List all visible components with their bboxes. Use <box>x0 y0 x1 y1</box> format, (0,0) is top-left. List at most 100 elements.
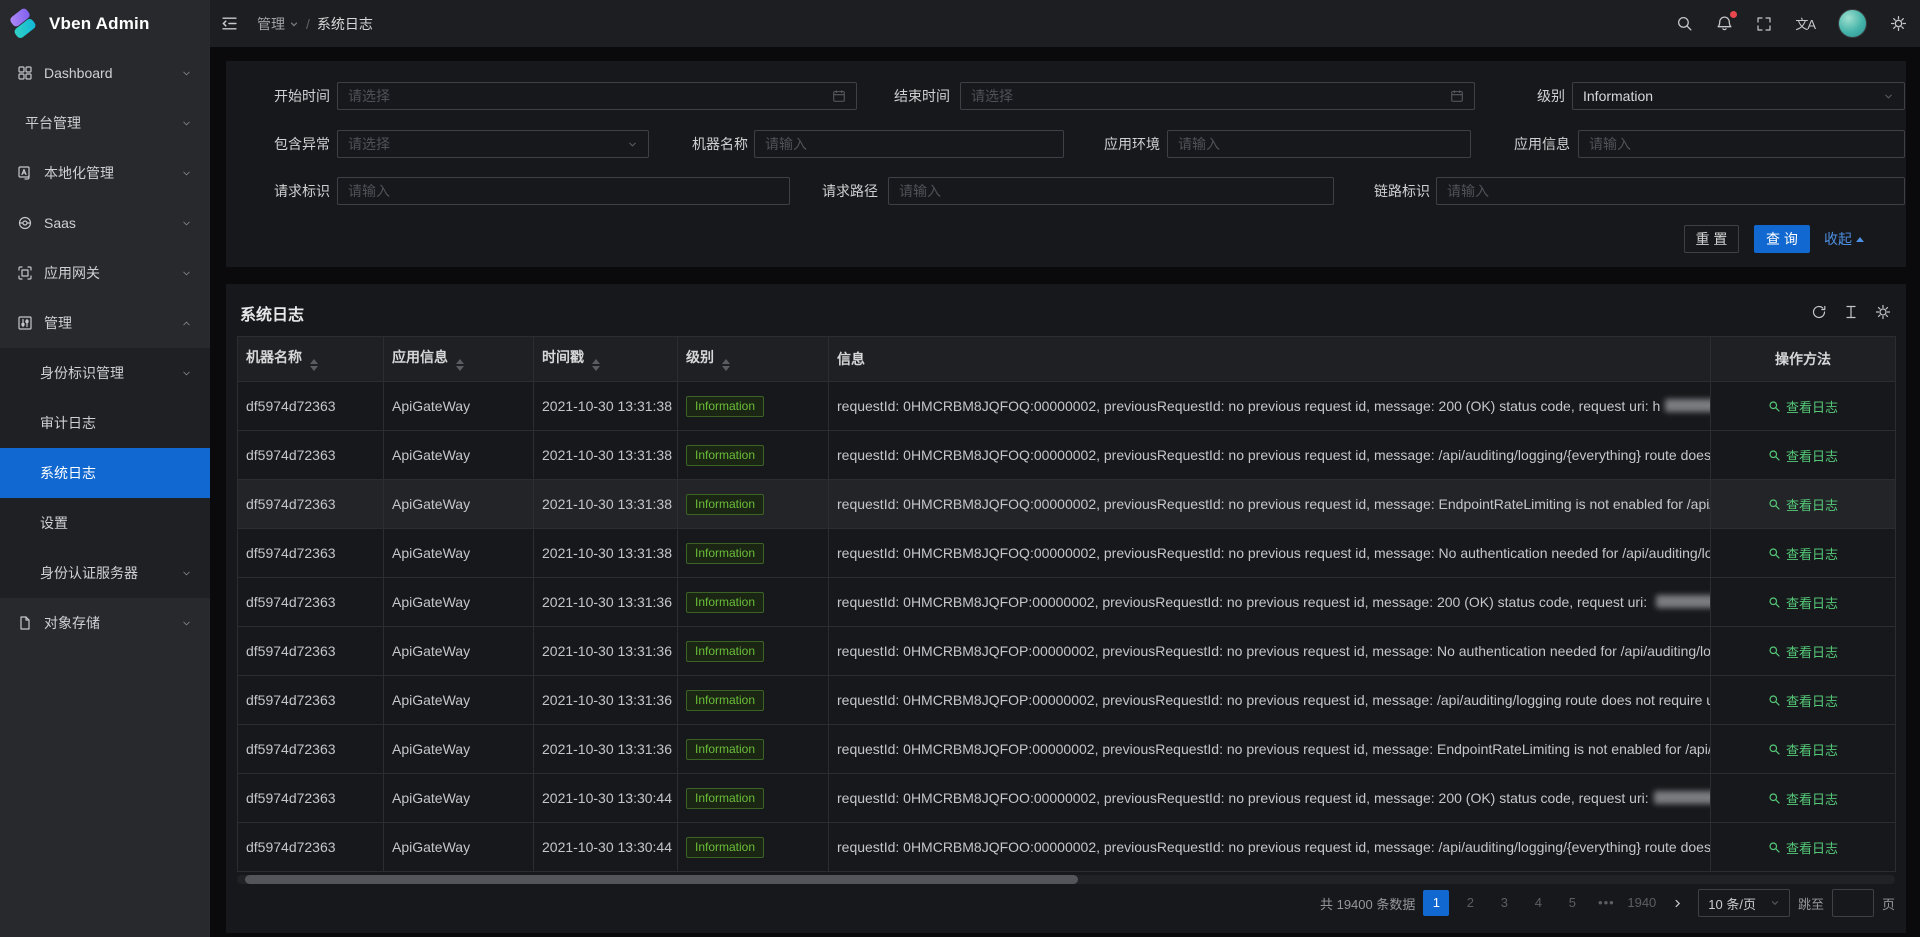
request-id-label: 请求标识 <box>226 177 330 205</box>
table-row: df5974d72363ApiGateWay2021-10-30 13:31:3… <box>238 431 1896 480</box>
sidebar-item-label: Dashboard <box>44 65 113 81</box>
sidebar-item-0[interactable]: Dashboard <box>0 48 210 98</box>
page-ellipsis: ••• <box>1593 890 1619 916</box>
column-header-1[interactable]: 应用信息 <box>384 337 534 382</box>
sort-icon[interactable] <box>592 359 600 371</box>
page-button-3[interactable]: 3 <box>1491 890 1517 916</box>
sidebar-item-8[interactable]: 系统日志 <box>0 448 210 498</box>
message-cell: requestId: 0HMCRBM8JQFOP:00000002, previ… <box>829 725 1711 774</box>
refresh-icon[interactable] <box>1811 304 1827 320</box>
sidebar-item-3[interactable]: Saas <box>0 198 210 248</box>
redacted-text <box>1665 399 1710 412</box>
calendar-icon <box>832 89 846 103</box>
machine-name-input[interactable] <box>754 130 1064 158</box>
search-button[interactable]: 查 询 <box>1754 225 1810 253</box>
view-log-link[interactable]: 查看日志 <box>1768 642 1838 661</box>
sidebar-item-10[interactable]: 身份认证服务器 <box>0 548 210 598</box>
sidebar-item-7[interactable]: 审计日志 <box>0 398 210 448</box>
app-info-cell: ApiGateWay <box>384 431 534 480</box>
app-info-cell: ApiGateWay <box>384 725 534 774</box>
translate-icon[interactable]: 文A <box>1795 14 1815 33</box>
column-header-2[interactable]: 时间戳 <box>534 337 678 382</box>
view-log-link[interactable]: 查看日志 <box>1768 789 1838 808</box>
table-row: df5974d72363ApiGateWay2021-10-30 13:31:3… <box>238 627 1896 676</box>
level-select[interactable]: Information <box>1572 82 1905 110</box>
machine-name-label: 机器名称 <box>644 130 748 158</box>
sidebar-item-9[interactable]: 设置 <box>0 498 210 548</box>
include-exception-select[interactable]: 请选择 <box>337 130 649 158</box>
sidebar: Vben Admin Dashboard平台管理本地化管理Saas应用网关管理身… <box>0 0 210 937</box>
jump-unit: 页 <box>1882 894 1895 913</box>
user-avatar[interactable] <box>1838 9 1867 38</box>
log-table: 机器名称应用信息时间戳级别信息操作方法 df5974d72363ApiGateW… <box>237 336 1896 872</box>
page-items: 12345 ••• 1940 <box>1423 890 1656 916</box>
app-title: Vben Admin <box>49 14 150 34</box>
chevron-down-icon <box>181 168 192 179</box>
action-cell: 查看日志 <box>1711 431 1896 480</box>
table-row: df5974d72363ApiGateWay2021-10-30 13:31:3… <box>238 676 1896 725</box>
sort-icon[interactable] <box>310 359 318 371</box>
view-log-link[interactable]: 查看日志 <box>1768 838 1838 857</box>
trace-id-input[interactable] <box>1436 177 1905 205</box>
view-log-link[interactable]: 查看日志 <box>1768 691 1838 710</box>
reset-button[interactable]: 重 置 <box>1684 225 1739 253</box>
sidebar-item-label: 对象存储 <box>44 613 100 633</box>
menu-fold-icon[interactable] <box>221 15 238 32</box>
sidebar-item-6[interactable]: 身份标识管理 <box>0 348 210 398</box>
fullscreen-icon[interactable] <box>1756 16 1772 32</box>
column-header-3[interactable]: 级别 <box>678 337 829 382</box>
page-button-4[interactable]: 4 <box>1525 890 1551 916</box>
page-button-5[interactable]: 5 <box>1559 890 1585 916</box>
breadcrumb-parent[interactable]: 管理 <box>257 14 299 34</box>
sidebar-item-11[interactable]: 对象存储 <box>0 598 210 648</box>
page-button-1940[interactable]: 1940 <box>1627 890 1656 916</box>
sidebar-item-4[interactable]: 应用网关 <box>0 248 210 298</box>
sidebar-item-1[interactable]: 平台管理 <box>0 98 210 148</box>
view-log-link[interactable]: 查看日志 <box>1768 397 1838 416</box>
sidebar-item-5[interactable]: 管理 <box>0 298 210 348</box>
search-icon[interactable] <box>1676 15 1693 32</box>
scrollbar-thumb[interactable] <box>245 875 1078 884</box>
end-time-picker[interactable]: 请选择 <box>960 82 1475 110</box>
panel-title: 系统日志 <box>240 301 304 325</box>
column-settings-icon[interactable] <box>1875 304 1891 320</box>
page-size-select[interactable]: 10 条/页 <box>1698 889 1790 917</box>
app-env-input[interactable] <box>1167 130 1471 158</box>
level-tag: Information <box>686 494 764 515</box>
view-log-link[interactable]: 查看日志 <box>1768 544 1838 563</box>
row-height-icon[interactable] <box>1843 304 1859 320</box>
app-logo[interactable]: Vben Admin <box>0 0 210 48</box>
column-header-0[interactable]: 机器名称 <box>238 337 384 382</box>
machine-name-cell: df5974d72363 <box>238 676 384 725</box>
notification-icon[interactable] <box>1716 15 1733 32</box>
chevron-right-icon <box>1672 898 1683 909</box>
sort-icon[interactable] <box>722 359 730 371</box>
jump-page-input[interactable] <box>1832 889 1874 917</box>
sort-icon[interactable] <box>456 359 464 371</box>
request-path-input[interactable] <box>888 177 1334 205</box>
view-log-link[interactable]: 查看日志 <box>1768 446 1838 465</box>
table-row: df5974d72363ApiGateWay2021-10-30 13:31:3… <box>238 725 1896 774</box>
view-log-link[interactable]: 查看日志 <box>1768 495 1838 514</box>
start-time-picker[interactable]: 请选择 <box>337 82 857 110</box>
sidebar-item-2[interactable]: 本地化管理 <box>0 148 210 198</box>
page-button-2[interactable]: 2 <box>1457 890 1483 916</box>
page-button-1[interactable]: 1 <box>1423 890 1449 916</box>
collapse-toggle[interactable]: 收起 <box>1824 225 1864 253</box>
level-tag: Information <box>686 543 764 564</box>
view-log-link[interactable]: 查看日志 <box>1768 593 1838 612</box>
saas-icon <box>17 215 33 231</box>
view-log-link[interactable]: 查看日志 <box>1768 740 1838 759</box>
level-cell: Information <box>678 627 829 676</box>
sidebar-item-label: 本地化管理 <box>44 163 114 183</box>
request-id-input[interactable] <box>337 177 790 205</box>
app-info-input[interactable] <box>1578 130 1905 158</box>
horizontal-scrollbar[interactable] <box>237 875 1895 884</box>
next-page-button[interactable] <box>1664 890 1690 916</box>
log-panel: 系统日志 机器名称应用信息时间戳级别信息操作方法 df5974d72363Api… <box>226 284 1906 933</box>
settings-icon[interactable] <box>1890 15 1907 32</box>
level-label: 级别 <box>1461 82 1565 110</box>
end-time-label: 结束时间 <box>846 82 950 110</box>
message-cell: requestId: 0HMCRBM8JQFOP:00000002, previ… <box>829 578 1711 627</box>
chevron-down-icon <box>1770 898 1780 908</box>
